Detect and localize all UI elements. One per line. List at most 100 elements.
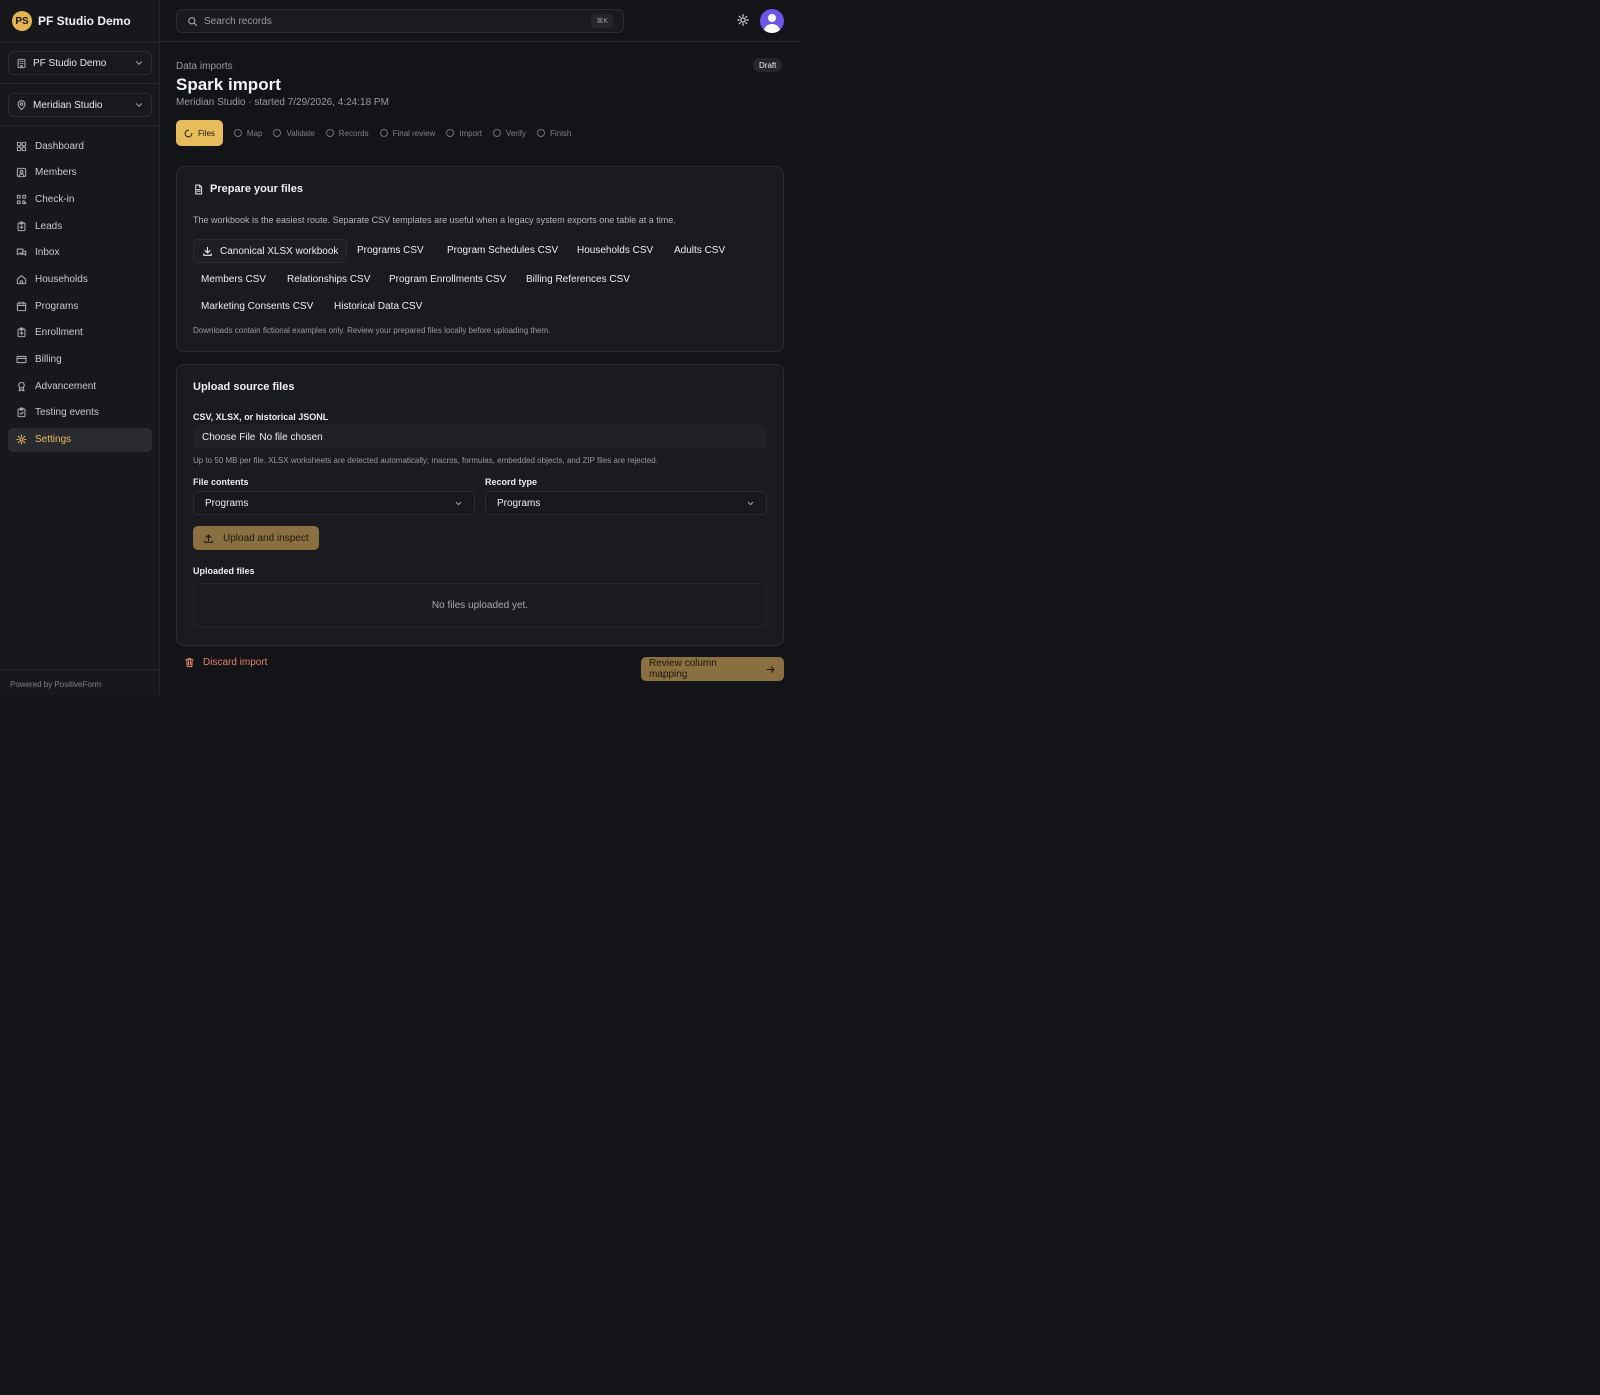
sidebar-item-label: Testing events: [35, 407, 99, 419]
gear-icon: [16, 434, 27, 445]
status-badge: Draft: [753, 58, 783, 72]
template-link-billing-references[interactable]: Billing References CSV: [526, 274, 630, 285]
sidebar-item-testing-events[interactable]: Testing events: [8, 401, 152, 425]
file-contents-select[interactable]: Programs: [193, 491, 475, 515]
file-icon: [195, 183, 203, 195]
step-finish[interactable]: Finish: [536, 128, 572, 138]
organization-name: PF Studio Demo: [33, 57, 107, 69]
file-contents-label: File contents: [193, 477, 249, 487]
choose-file-button[interactable]: Choose File: [202, 432, 255, 443]
sidebar-item-label: Settings: [35, 434, 72, 446]
sidebar-item-label: Programs: [35, 300, 79, 312]
record-type-select[interactable]: Programs: [485, 491, 767, 515]
sidebar-item-inbox[interactable]: Inbox: [8, 241, 152, 265]
step-label: Map: [246, 128, 263, 138]
file-status: No file chosen: [259, 431, 323, 443]
template-link-adults[interactable]: Adults CSV: [674, 245, 725, 256]
sidebar-item-programs[interactable]: Programs: [8, 294, 152, 318]
record-type-value: Programs: [497, 497, 541, 509]
calendar-icon: [16, 301, 27, 311]
step-records[interactable]: Records: [325, 129, 369, 138]
upload-button-label: Upload and inspect: [223, 532, 309, 544]
uploaded-files-empty-state: No files uploaded yet.: [193, 583, 767, 628]
template-link-relationships[interactable]: Relationships CSV: [287, 274, 370, 285]
template-link-members[interactable]: Members CSV: [201, 274, 266, 285]
step-label: Files: [198, 128, 215, 138]
organization-switcher[interactable]: PF Studio Demo: [8, 51, 152, 75]
step-validate[interactable]: Validate: [273, 128, 315, 138]
sun-icon: [737, 14, 749, 26]
file-input[interactable]: Choose File No file chosen: [193, 425, 767, 449]
sidebar-item-leads[interactable]: Leads: [8, 214, 152, 238]
brand[interactable]: PS PF Studio Demo: [12, 11, 131, 31]
sidebar-divider: [0, 125, 160, 126]
sidebar-item-label: Check-in: [35, 193, 75, 205]
sidebar-item-households[interactable]: Households: [8, 267, 152, 291]
breadcrumb[interactable]: Data imports: [176, 61, 233, 72]
sidebar-item-dashboard[interactable]: Dashboard: [8, 134, 152, 158]
clipboard-check-icon: [17, 407, 26, 418]
circle-icon: [233, 129, 242, 137]
template-link-program-schedules[interactable]: Program Schedules CSV: [447, 245, 558, 256]
template-link-historical-data[interactable]: Historical Data CSV: [334, 301, 422, 312]
sidebar-item-check-in[interactable]: Check-in: [8, 187, 152, 211]
map-pin-icon: [17, 99, 26, 110]
sidebar-item-label: Leads: [35, 220, 63, 232]
circle-icon: [492, 129, 501, 137]
search-shortcut: ⌘K: [591, 14, 613, 28]
award-icon: [18, 381, 25, 392]
avatar[interactable]: [760, 9, 784, 33]
step-import[interactable]: Import: [446, 129, 482, 138]
location-switcher[interactable]: Meridian Studio: [8, 93, 152, 117]
theme-toggle-button[interactable]: [737, 14, 751, 28]
chevron-down-icon: [747, 501, 754, 505]
circle-icon: [536, 129, 545, 137]
sidebar-divider: [0, 83, 160, 84]
canonical-workbook-label: Canonical XLSX workbook: [220, 245, 339, 257]
sidebar-item-billing[interactable]: Billing: [8, 348, 152, 372]
circle-icon: [379, 129, 388, 137]
clipboard-icon: [17, 221, 26, 231]
step-files[interactable]: Files: [176, 120, 223, 146]
step-label: Import: [459, 128, 482, 138]
chevron-down-icon: [136, 103, 142, 107]
page-subtitle: Meridian Studio · started 7/29/2026, 4:2…: [176, 97, 389, 108]
step-final-review[interactable]: Final review: [379, 129, 435, 138]
review-column-mapping-button[interactable]: Review column mapping: [641, 657, 784, 681]
uploaded-files-label: Uploaded files: [193, 566, 255, 576]
canonical-workbook-button[interactable]: Canonical XLSX workbook: [193, 239, 348, 263]
template-link-households[interactable]: Households CSV: [577, 245, 653, 256]
template-link-program-enrollments[interactable]: Program Enrollments CSV: [389, 274, 506, 285]
sidebar-item-members[interactable]: Members: [8, 161, 152, 185]
search-icon: [188, 16, 198, 26]
dashboard-icon: [16, 141, 27, 151]
discard-import-button[interactable]: Discard import: [184, 657, 267, 668]
location-name: Meridian Studio: [33, 99, 103, 111]
step-label: Verify: [505, 128, 526, 138]
chevron-down-icon: [136, 61, 142, 65]
search-bar[interactable]: Search records ⌘K: [176, 9, 624, 33]
record-type-label: Record type: [485, 477, 538, 487]
chat-icon: [16, 248, 27, 257]
sidebar: PS PF Studio Demo PF Studio Demo Meridia…: [0, 0, 160, 695]
sidebar-item-label: Dashboard: [35, 140, 84, 152]
prepare-files-card: Prepare your files The workbook is the e…: [176, 166, 784, 352]
review-button-label: Review column mapping: [649, 658, 717, 680]
home-icon: [16, 275, 27, 285]
chevron-down-icon: [455, 501, 462, 505]
step-map[interactable]: Map: [233, 128, 263, 138]
template-link-programs[interactable]: Programs CSV: [357, 245, 424, 256]
step-label: Finish: [549, 128, 572, 138]
search-input[interactable]: Search records: [204, 16, 272, 27]
powered-by: Powered by PositiveForm: [10, 680, 102, 689]
step-label: Validate: [286, 128, 315, 138]
arrow-right-icon: [766, 665, 775, 673]
upload-files-card: Upload source files CSV, XLSX, or histor…: [176, 364, 784, 646]
step-verify[interactable]: Verify: [492, 128, 526, 138]
sidebar-item-settings[interactable]: Settings: [8, 427, 152, 452]
template-link-marketing-consents[interactable]: Marketing Consents CSV: [201, 301, 313, 312]
upload-and-inspect-button[interactable]: Upload and inspect: [193, 526, 319, 550]
avatar-head: [768, 14, 776, 22]
sidebar-item-enrollment[interactable]: Enrollment: [8, 321, 152, 345]
sidebar-item-advancement[interactable]: Advancement: [8, 374, 152, 398]
